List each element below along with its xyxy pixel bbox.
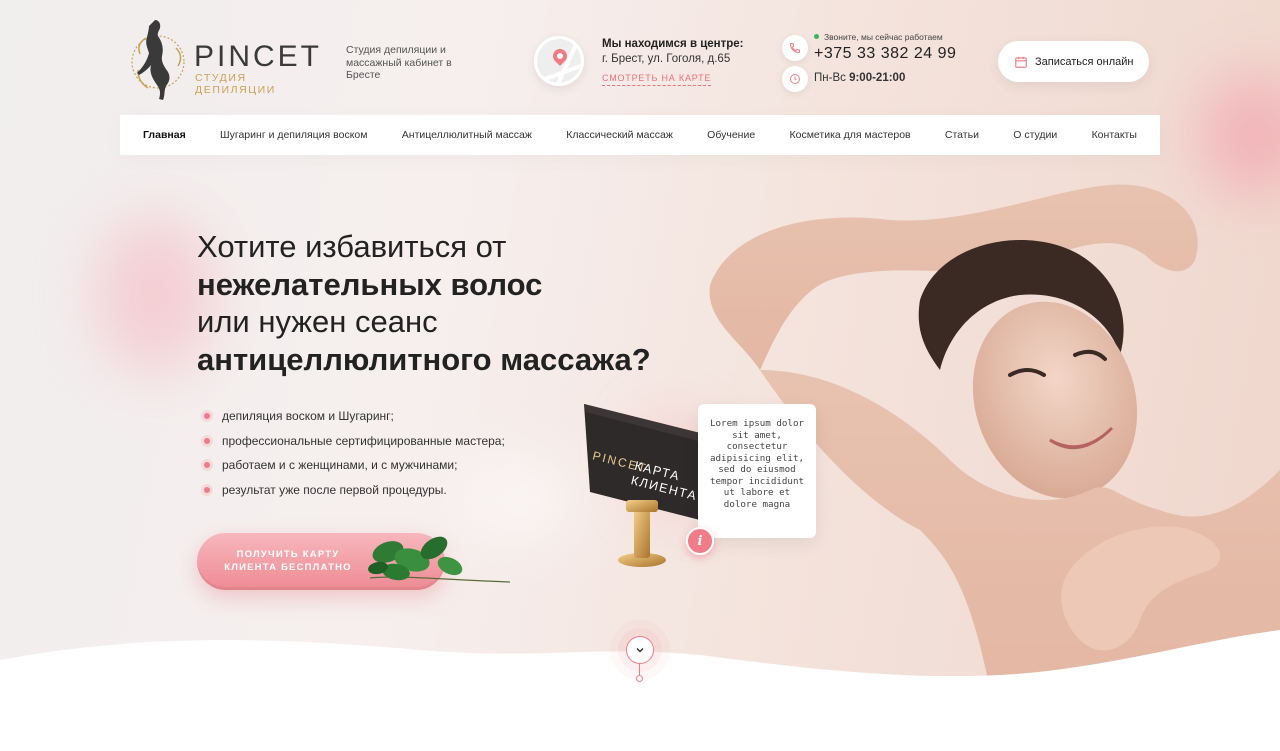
status-dot bbox=[814, 34, 819, 39]
feature-text: депиляция воском и Шугаринг; bbox=[222, 409, 394, 424]
nav-item-sugaring[interactable]: Шугаринг и депиляция воском bbox=[220, 129, 367, 141]
hero-title-bold: нежелательных волос bbox=[197, 266, 543, 302]
hero-title-line: антицеллюлитного массажа? bbox=[197, 341, 651, 379]
nav-item-contacts[interactable]: Контакты bbox=[1092, 129, 1137, 141]
work-status-text: Звоните, мы сейчас работаем bbox=[824, 32, 943, 42]
logo-name: PINCET bbox=[194, 40, 323, 73]
chevron-down-icon bbox=[636, 647, 644, 653]
phone-number[interactable]: +375 33 382 24 99 bbox=[814, 45, 956, 63]
book-online-label: Записаться онлайн bbox=[1035, 55, 1134, 68]
feature-text: работаем и с женщинами, и с мужчинами; bbox=[222, 458, 458, 473]
hero-title-line: или нужен сеанс bbox=[197, 304, 438, 339]
hero-title-line: Хотите избавиться от bbox=[197, 229, 507, 264]
map-thumbnail[interactable] bbox=[534, 36, 584, 86]
info-button[interactable]: i bbox=[686, 527, 714, 555]
bullet-icon bbox=[204, 413, 210, 420]
hero-title-line: нежелательных волос bbox=[197, 266, 651, 304]
hours-days: Пн-Вс bbox=[814, 72, 846, 84]
get-client-card-label: ПОЛУЧИТЬ КАРТУ КЛИЕНТА БЕСПЛАТНО bbox=[224, 549, 352, 573]
hours-time: 9:00-21:00 bbox=[849, 72, 906, 84]
logo-subtitle: СТУДИЯ ДЕПИЛЯЦИИ bbox=[195, 72, 276, 96]
calendar-icon bbox=[1015, 56, 1027, 68]
bullet-icon bbox=[204, 437, 210, 444]
nav-item-articles[interactable]: Статьи bbox=[945, 129, 979, 141]
card-tooltip: Lorem ipsum dolor sit amet, consectetur … bbox=[698, 404, 816, 538]
list-item: депиляция воском и Шугаринг; bbox=[204, 404, 505, 429]
location-title: Мы находимся в центре: bbox=[602, 38, 744, 50]
nav-item-anticellulite[interactable]: Антицеллюлитный массаж bbox=[402, 129, 532, 141]
bullet-icon bbox=[204, 486, 210, 493]
main-nav: Главная Шугаринг и депиляция воском Анти… bbox=[120, 115, 1160, 155]
nav-item-cosmetics[interactable]: Косметика для мастеров bbox=[789, 129, 910, 141]
nav-item-about[interactable]: О студии bbox=[1013, 129, 1057, 141]
nav-item-classic-massage[interactable]: Классический массаж bbox=[566, 129, 673, 141]
bullet-icon bbox=[204, 462, 210, 469]
logo-silhouette-icon bbox=[131, 20, 185, 100]
list-item: профессиональные сертифицированные масте… bbox=[204, 429, 505, 454]
leaves-decoration-icon bbox=[368, 536, 511, 583]
hero-title-bold: антицеллюлитного массажа? bbox=[197, 341, 651, 377]
feature-text: профессиональные сертифицированные масте… bbox=[222, 433, 505, 448]
list-item: результат уже после первой процедуры. bbox=[204, 478, 505, 503]
logo[interactable]: PINCET СТУДИЯ ДЕПИЛЯЦИИ bbox=[128, 18, 328, 108]
working-hours: Пн-Вс 9:00-21:00 bbox=[814, 72, 905, 84]
feature-text: результат уже после первой процедуры. bbox=[222, 482, 447, 497]
view-map-link[interactable]: СМОТРЕТЬ НА КАРТЕ bbox=[602, 73, 712, 86]
nav-item-home[interactable]: Главная bbox=[143, 129, 186, 141]
clock-icon bbox=[782, 66, 808, 92]
scroll-indicator-dot bbox=[636, 675, 643, 682]
feature-list: депиляция воском и Шугаринг; профессиона… bbox=[204, 404, 505, 502]
book-online-button[interactable]: Записаться онлайн bbox=[998, 41, 1149, 82]
nav-item-training[interactable]: Обучение bbox=[707, 129, 755, 141]
scroll-down-button[interactable] bbox=[626, 636, 654, 664]
phone-icon bbox=[782, 35, 808, 61]
location-address: г. Брест, ул. Гоголя, д.65 bbox=[602, 53, 731, 65]
hero-title: Хотите избавиться от нежелательных волос… bbox=[197, 228, 651, 378]
work-status: Звоните, мы сейчас работаем bbox=[814, 32, 943, 42]
tagline: Студия депиляции и массажный кабинет в Б… bbox=[346, 44, 452, 81]
list-item: работаем и с женщинами, и с мужчинами; bbox=[204, 453, 505, 478]
